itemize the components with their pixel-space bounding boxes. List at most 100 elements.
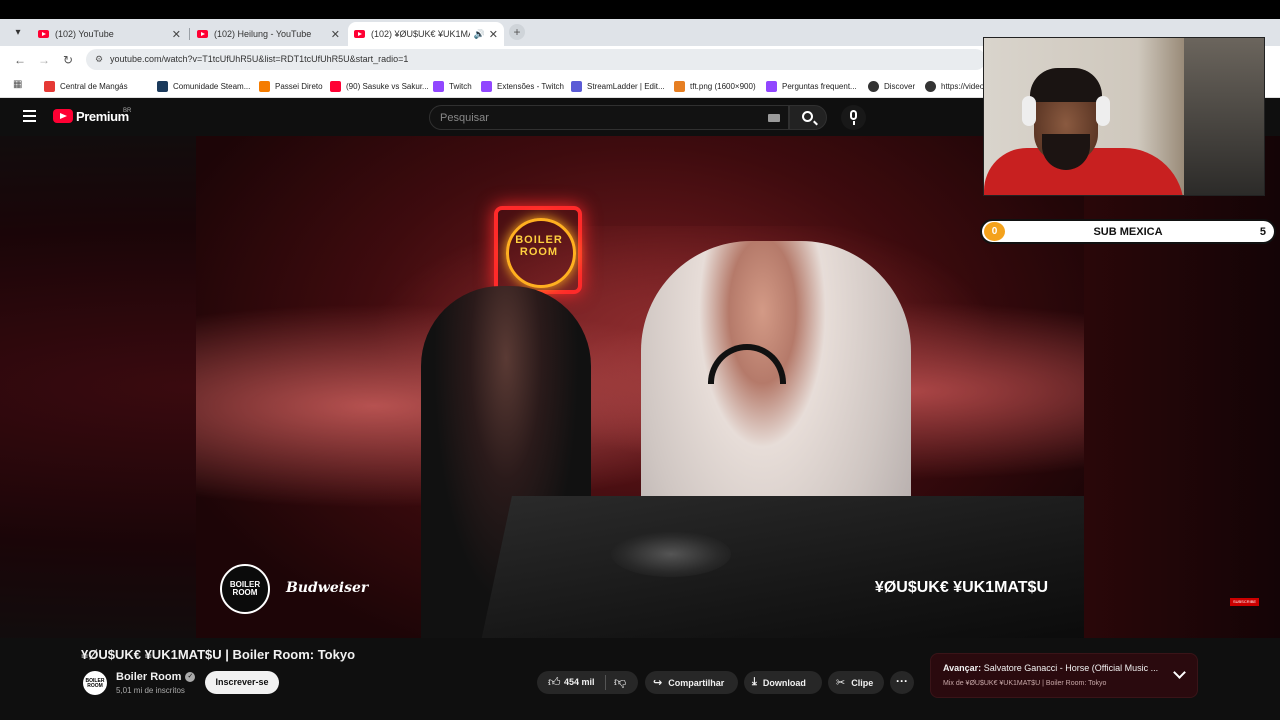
- video-stage: BOILER ROOM BOILER ROOM Budweiser ¥ØU$UK…: [0, 136, 1280, 638]
- prediction-bar: SUB MEXICA 0 5: [980, 219, 1276, 244]
- webcam-background: [1184, 38, 1264, 195]
- clip-button[interactable]: ✂ Clipe: [828, 671, 884, 694]
- bookmark-favicon-icon: [571, 80, 582, 92]
- browser-tab-heilung[interactable]: (102) Heilung - YouTube ✕: [191, 22, 346, 46]
- up-next-title-line: Avançar: Salvatore Ganacci - Horse (Offi…: [943, 663, 1158, 673]
- prediction-right-count: 5: [1259, 226, 1266, 238]
- voice-search-button[interactable]: [841, 105, 866, 130]
- chevron-down-icon[interactable]: [1173, 666, 1186, 679]
- bookmark-label: (90) Sasuke vs Sakur...: [346, 81, 429, 91]
- bookmark-perguntas-frequentes[interactable]: Perguntas frequent...: [766, 79, 857, 93]
- reload-icon[interactable]: ↻: [60, 52, 76, 68]
- up-next-title: Salvatore Ganacci - Horse (Official Musi…: [983, 663, 1159, 673]
- bookmark-sasuke-vs-sakura[interactable]: (90) Sasuke vs Sakur...: [330, 79, 429, 93]
- tab-search-chevron-icon[interactable]: ▾: [10, 25, 26, 41]
- channel-name-text: Boiler Room: [116, 671, 182, 683]
- tab-label: (102) Heilung - YouTube: [214, 29, 312, 39]
- bookmark-label: Discover: [884, 81, 916, 91]
- channel-name[interactable]: Boiler Room ✓: [116, 671, 196, 683]
- dj-mixer-image: [480, 496, 1084, 638]
- tab-label: (102) YouTube: [55, 29, 114, 39]
- menu-hamburger-icon[interactable]: [23, 110, 36, 122]
- thumbs-down-icon[interactable]: 👎︎: [614, 675, 626, 690]
- search-button[interactable]: [789, 105, 827, 130]
- up-next-mix: Mix de ¥ØU$UK€ ¥UK1MAT$U | Boiler Room: …: [943, 680, 1107, 687]
- new-tab-plus-icon[interactable]: +: [509, 24, 525, 40]
- speaker-icon[interactable]: 🔊: [474, 29, 485, 40]
- bookmark-discover[interactable]: Discover: [868, 79, 915, 93]
- search-input[interactable]: Pesquisar: [429, 105, 789, 130]
- youtube-premium-wordmark[interactable]: Premium: [76, 109, 129, 124]
- address-url[interactable]: youtube.com/watch?v=T1tcUfUhR5U&list=RDT…: [110, 54, 408, 64]
- webcam-hair: [1030, 68, 1102, 102]
- tab-separator: [189, 28, 190, 40]
- video-info: ¥ØU$UK€ ¥UK1MAT$U | Boiler Room: Tokyo B…: [0, 638, 1280, 720]
- bookmark-favicon-icon: [433, 80, 444, 92]
- bookmark-label: https://video: [941, 81, 985, 91]
- apps-grid-icon[interactable]: ▦: [13, 79, 24, 90]
- prediction-left-count: 0: [984, 222, 1005, 241]
- bookmark-label: Central de Mangás: [60, 81, 128, 91]
- bookmark-tft-png[interactable]: tft.png (1600×900): [674, 79, 756, 93]
- bookmark-favicon-icon: [259, 80, 270, 92]
- up-next-card[interactable]: Avançar: Salvatore Ganacci - Horse (Offi…: [930, 653, 1198, 698]
- webcam-headset-right: [1096, 96, 1110, 126]
- share-label: Compartilhar: [668, 677, 725, 688]
- search-icon: [802, 111, 813, 122]
- bookmark-central-de-mangas[interactable]: Central de Mangás: [44, 79, 128, 93]
- scissors-icon: ✂: [836, 677, 846, 689]
- search-placeholder: Pesquisar: [440, 112, 489, 124]
- download-button[interactable]: ⤓ Download: [744, 671, 822, 694]
- turntable-platter-image: [611, 531, 731, 577]
- browser-tab-active-video[interactable]: (102) ¥ØU$UK€ ¥UK1MAT$ 🔊 ✕: [348, 22, 504, 46]
- bookmark-passei-direto[interactable]: Passei Direto: [259, 79, 323, 93]
- thumbs-up-icon[interactable]: 👍︎: [548, 675, 561, 690]
- bookmark-https-video[interactable]: https://video: [925, 79, 984, 93]
- share-button[interactable]: ↪ Compartilhar: [645, 671, 738, 694]
- webcam-headset-left: [1022, 96, 1036, 126]
- subscriber-count: 5,01 mi de inscritos: [116, 686, 185, 695]
- video-overlay-title: ¥ØU$UK€ ¥UK1MAT$U: [874, 579, 1048, 596]
- address-bar[interactable]: ⚙ youtube.com/watch?v=T1tcUfUhR5U&list=R…: [86, 49, 986, 70]
- prediction-title: SUB MEXICA: [1093, 226, 1163, 238]
- ambient-glow-right: [1084, 136, 1280, 638]
- microphone-icon: [850, 110, 857, 120]
- close-tab-icon[interactable]: ✕: [489, 28, 498, 41]
- bookmark-favicon-icon: [868, 80, 879, 92]
- youtube-favicon-icon: [197, 30, 208, 38]
- download-icon: ⤓: [752, 676, 757, 688]
- back-arrow-icon[interactable]: ←: [12, 52, 28, 68]
- forward-arrow-icon[interactable]: →: [36, 52, 52, 68]
- bookmark-comunidade-steam[interactable]: Comunidade Steam...: [157, 79, 250, 93]
- region-code: BR: [123, 108, 132, 114]
- site-settings-icon[interactable]: ⚙: [92, 52, 106, 66]
- bookmark-label: tft.png (1600×900): [690, 81, 756, 91]
- bookmark-streamladder[interactable]: StreamLadder | Edit...: [571, 79, 665, 93]
- clip-label: Clipe: [851, 677, 874, 688]
- subscribe-button[interactable]: Inscrever-se: [205, 671, 279, 694]
- channel-avatar-text: BOILER ROOM: [85, 678, 105, 689]
- bookmark-twitch[interactable]: Twitch: [433, 79, 472, 93]
- browser-tab-youtube[interactable]: (102) YouTube ✕: [32, 22, 187, 46]
- more-actions-icon[interactable]: ···: [890, 671, 914, 694]
- bookmark-favicon-icon: [674, 80, 685, 92]
- budweiser-logo: Budweiser: [286, 580, 369, 596]
- download-label: Download: [762, 677, 806, 688]
- bookmark-label: Perguntas frequent...: [782, 81, 857, 91]
- share-arrow-icon: ↪: [653, 677, 663, 689]
- screen-top-band: [0, 0, 1280, 19]
- bookmark-favicon-icon: [44, 80, 55, 92]
- up-next-prefix: Avançar:: [943, 663, 982, 673]
- close-tab-icon[interactable]: ✕: [331, 28, 340, 41]
- keyboard-icon[interactable]: [768, 114, 780, 122]
- tab-label: (102) ¥ØU$UK€ ¥UK1MAT$: [371, 29, 470, 39]
- close-tab-icon[interactable]: ✕: [172, 28, 181, 41]
- subscribe-watermark[interactable]: SUBSCRIBE: [1230, 598, 1259, 606]
- like-count[interactable]: 454 mil: [564, 677, 595, 687]
- video-player[interactable]: BOILER ROOM BOILER ROOM Budweiser ¥ØU$UK…: [196, 136, 1084, 638]
- youtube-logo-icon[interactable]: [53, 109, 73, 123]
- youtube-favicon-icon: [38, 30, 49, 38]
- bookmark-extensoes-twitch[interactable]: Extensões - Twitch: [481, 79, 564, 93]
- neon-sign-text: BOILER ROOM: [515, 234, 563, 258]
- bookmark-favicon-icon: [330, 80, 341, 92]
